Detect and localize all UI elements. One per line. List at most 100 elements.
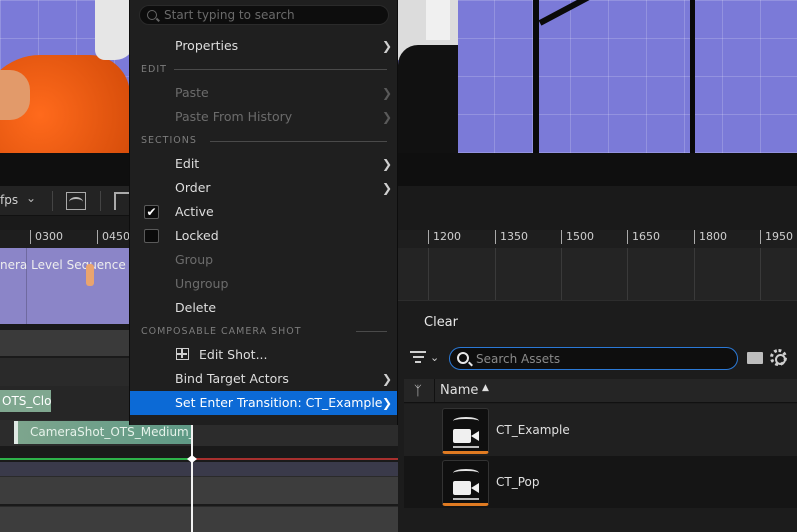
active-checkbox-checked-icon[interactable]: ✔ — [144, 205, 159, 219]
menu-item-label: Order — [175, 180, 211, 195]
gear-icon[interactable] — [770, 349, 787, 366]
menu-item-locked[interactable]: Locked — [130, 224, 397, 248]
viewport-figure-detail — [426, 0, 450, 40]
viewport-character-arm — [0, 70, 30, 120]
thumbnail-figure — [86, 264, 94, 286]
timeline-grid[interactable] — [398, 248, 797, 300]
chevron-right-icon: ❯ — [382, 396, 393, 410]
track-row[interactable] — [0, 506, 398, 532]
menu-item-label: Set Enter Transition: CT_Example — [175, 395, 383, 410]
viewport-figure-body — [398, 45, 458, 153]
viewport-frame-bar — [690, 0, 695, 153]
menu-item-edit-shot[interactable]: Edit Shot... — [130, 343, 397, 367]
search-icon — [457, 352, 469, 364]
chevron-right-icon: ❯ — [382, 86, 393, 100]
menu-item-paste-from-history[interactable]: Paste From History ❯ — [130, 105, 397, 129]
playback-range-start — [0, 458, 192, 460]
asset-row[interactable]: CT_Pop — [404, 456, 797, 508]
menu-item-order[interactable]: Order ❯ — [130, 176, 397, 200]
sequencer-toolbar: fps ⌄ — [0, 186, 130, 216]
sort-ascending-icon: ▲ — [482, 383, 489, 393]
menu-section-divider — [356, 331, 387, 332]
track-thumbnail-label: nera Level Sequence S — [0, 258, 138, 272]
ruler-tick: 1500 — [561, 230, 594, 244]
filter-icon[interactable] — [410, 351, 426, 365]
section-context-menu: Properties ❯ EDIT Paste ❯ Paste From His… — [129, 0, 398, 425]
menu-item-edit[interactable]: Edit ❯ — [130, 152, 397, 176]
search-icon — [147, 10, 157, 20]
ruler-tick: 1650 — [627, 230, 660, 244]
menu-item-label: Edit Shot... — [199, 347, 268, 362]
chevron-right-icon: ❯ — [382, 110, 393, 124]
chevron-right-icon: ❯ — [382, 181, 393, 195]
menu-item-label: Ungroup — [175, 276, 229, 291]
menu-item-label: Locked — [175, 228, 219, 243]
curve-editor-icon[interactable] — [66, 192, 86, 210]
chevron-right-icon: ❯ — [382, 372, 393, 386]
content-browser-panel: Clear ⌄ ᛉ Name ▲ CT_Example CT_Pop — [398, 300, 797, 532]
toolbar-divider — [52, 191, 53, 211]
folder-icon[interactable] — [747, 352, 763, 364]
toolbar-divider — [100, 191, 101, 211]
asset-name: CT_Example — [496, 423, 570, 437]
grid-line — [495, 248, 496, 300]
chevron-right-icon: ❯ — [382, 39, 393, 53]
menu-item-properties[interactable]: Properties ❯ — [130, 34, 397, 58]
grid-line — [428, 248, 429, 300]
menu-item-label: Delete — [175, 300, 217, 315]
track-row[interactable] — [0, 462, 398, 476]
level-viewport[interactable] — [0, 0, 797, 153]
level-sequence-thumbnail-track[interactable]: nera Level Sequence S — [0, 248, 137, 324]
asset-list-header: ᛉ Name ▲ — [404, 379, 797, 403]
playback-range-end — [192, 458, 398, 460]
menu-section-sections: SECTIONS — [141, 135, 197, 146]
asset-name: CT_Pop — [496, 475, 540, 489]
menu-search-box[interactable] — [139, 5, 389, 25]
grid-line — [694, 248, 695, 300]
menu-search-input[interactable] — [164, 7, 384, 23]
timeline-ruler-left[interactable]: 0300 0450 — [0, 230, 130, 248]
camera-cut-icon[interactable] — [114, 192, 130, 210]
fps-label[interactable]: fps — [0, 193, 18, 207]
chevron-down-icon[interactable]: ⌄ — [430, 351, 439, 364]
camera-transition-icon — [442, 460, 489, 506]
asset-search-input[interactable] — [476, 350, 731, 368]
menu-item-active[interactable]: ✔ Active — [130, 200, 397, 224]
asset-search-box[interactable] — [449, 347, 738, 370]
camera-shot-clip-close[interactable]: OTS_Close — [0, 390, 51, 412]
menu-item-delete[interactable]: Delete — [130, 296, 397, 320]
column-header-name[interactable]: Name — [440, 383, 478, 398]
menu-item-paste[interactable]: Paste ❯ — [130, 81, 397, 105]
chevron-down-icon[interactable]: ⌄ — [26, 191, 36, 205]
asset-row[interactable]: CT_Example — [404, 404, 797, 456]
viewport-frame-bar — [538, 0, 701, 26]
locked-checkbox-icon[interactable] — [144, 229, 159, 243]
ruler-tick: 0300 — [30, 230, 63, 244]
camera-transition-icon — [442, 408, 489, 454]
chevron-right-icon: ❯ — [382, 157, 393, 171]
menu-item-label: Properties — [175, 38, 239, 53]
ruler-tick: 0450 — [97, 230, 130, 244]
source-control-icon[interactable]: ᛉ — [414, 384, 422, 399]
grid-line — [561, 248, 562, 300]
menu-item-ungroup[interactable]: Ungroup — [130, 272, 397, 296]
menu-item-label: Paste — [175, 85, 209, 100]
menu-item-group[interactable]: Group — [130, 248, 397, 272]
grid-icon — [176, 348, 189, 360]
menu-section-edit: EDIT — [141, 64, 167, 75]
menu-item-label: Group — [175, 252, 214, 267]
ruler-tick: 1200 — [428, 230, 461, 244]
clear-button[interactable]: Clear — [424, 315, 458, 330]
grid-line — [627, 248, 628, 300]
playhead[interactable] — [191, 425, 193, 532]
menu-section-divider — [210, 141, 387, 142]
timeline-ruler-right[interactable]: 1200 1350 1500 1650 1800 1950 — [398, 230, 797, 248]
menu-section-divider — [174, 69, 387, 70]
menu-item-set-enter-transition[interactable]: Set Enter Transition: CT_Example ❯ — [130, 391, 397, 415]
menu-item-bind-target-actors[interactable]: Bind Target Actors ❯ — [130, 367, 397, 391]
track-row[interactable] — [0, 476, 398, 504]
grid-line — [760, 248, 761, 300]
viewport-bottom-strip — [0, 153, 797, 186]
menu-item-label: Paste From History — [175, 109, 293, 124]
column-divider[interactable] — [434, 379, 435, 403]
